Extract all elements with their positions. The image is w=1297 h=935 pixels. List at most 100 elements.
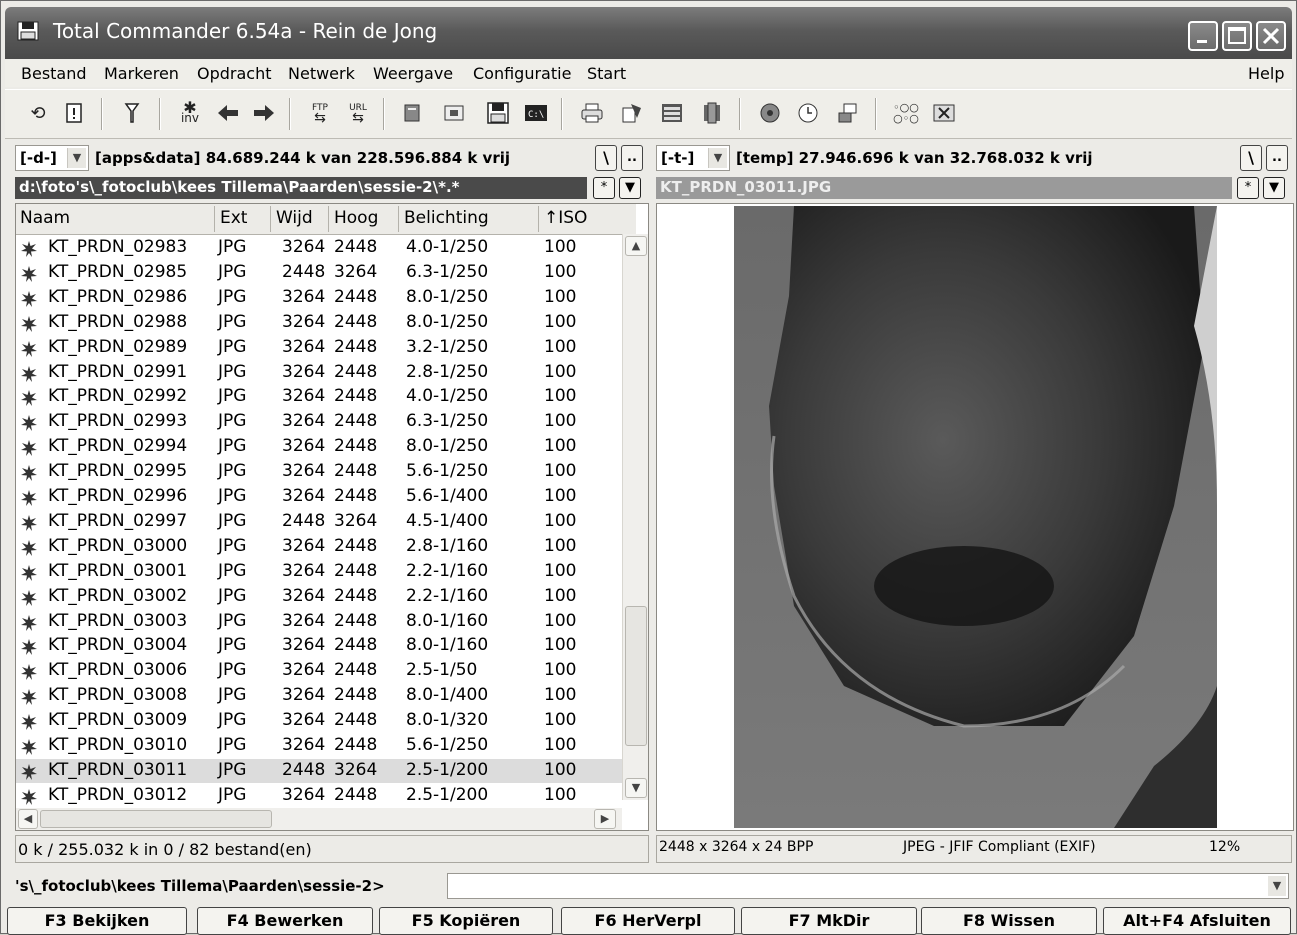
table-row[interactable]: KT_PRDN_02997 JPG 2448 3264 4.5-1/400 100 [16,510,622,534]
tree-icon[interactable]: ◦○○ ○◦○ [893,100,919,126]
f6-move-button[interactable]: F6 HerVerpl [561,907,735,935]
file-exposure: 5.6-1/400 [406,486,489,506]
f8-delete-button[interactable]: F8 Wissen [921,907,1097,935]
right-path-bar[interactable]: KT_PRDN_03011.JPG [656,177,1232,199]
scroll-up-button[interactable]: ▲ [625,236,647,256]
table-row[interactable]: KT_PRDN_03012 JPG 3264 2448 2.5-1/200 100 [16,784,622,808]
left-root-button[interactable]: \ [595,145,617,171]
pack-icon[interactable] [399,100,425,126]
scroll-down-button[interactable]: ▼ [625,778,647,798]
copy-names-icon[interactable] [619,100,645,126]
left-file-panel[interactable]: Naam Ext Wijd Hoog Belichting ↑ISO KT_PR… [15,203,649,831]
scroll-right-button[interactable]: ▶ [594,809,616,829]
filter-icon[interactable] [119,100,145,126]
table-row[interactable]: KT_PRDN_03002 JPG 3264 2448 2.2-1/160 100 [16,585,622,609]
scroll-left-button[interactable]: ◀ [18,809,38,829]
url-connect-icon[interactable]: URL ⇆ [345,100,371,126]
column-ext[interactable]: Ext [220,208,247,228]
menu-help[interactable]: Help [1248,64,1284,83]
table-row[interactable]: KT_PRDN_02989 JPG 3264 2448 3.2-1/250 100 [16,336,622,360]
minimize-button[interactable] [1188,21,1218,51]
right-history-button[interactable]: ▼ [1263,177,1285,199]
invert-selection-icon[interactable]: ✱ inv [177,100,203,126]
menu-opdracht[interactable]: Opdracht [197,64,272,83]
column-hoog[interactable]: Hoog [334,208,378,228]
horizontal-scrollbar[interactable]: ◀ ▶ [16,808,622,830]
network-drives-icon[interactable] [835,100,861,126]
chevron-down-icon[interactable]: ▼ [67,148,86,168]
vertical-scrollbar[interactable]: ▲ ▼ [622,234,648,800]
table-row[interactable]: KT_PRDN_03006 JPG 3264 2448 2.5-1/50 100 [16,659,622,683]
table-row[interactable]: KT_PRDN_02992 JPG 3264 2448 4.0-1/250 100 [16,385,622,409]
sync-dirs-icon[interactable] [699,100,725,126]
menu-start[interactable]: Start [587,64,626,83]
column-belichting[interactable]: Belichting [404,208,489,228]
left-history-button[interactable]: ▼ [619,177,641,199]
left-star-button[interactable]: * [593,177,615,199]
left-drive-select[interactable]: [-d-] ▼ [15,145,89,171]
clock-icon[interactable] [795,100,821,126]
column-iso[interactable]: ↑ISO [544,208,587,228]
table-row[interactable]: KT_PRDN_03004 JPG 3264 2448 8.0-1/160 100 [16,634,622,658]
chevron-down-icon[interactable]: ▼ [708,148,727,168]
f5-copy-button[interactable]: F5 Kopiëren [379,907,553,935]
alt-f4-exit-button[interactable]: Alt+F4 Afsluiten [1103,907,1291,935]
command-line-input[interactable]: ▼ [447,873,1289,899]
file-iso: 100 [544,436,577,456]
table-row[interactable]: KT_PRDN_02994 JPG 3264 2448 8.0-1/250 100 [16,435,622,459]
f3-view-button[interactable]: F3 Bekijken [7,907,187,935]
table-row[interactable]: KT_PRDN_02988 JPG 3264 2448 8.0-1/250 100 [16,311,622,335]
right-star-button[interactable]: * [1237,177,1259,199]
file-height: 2448 [334,586,378,606]
back-arrow-icon[interactable] [215,100,241,126]
right-drive-select[interactable]: [-t-] ▼ [656,145,730,171]
table-row[interactable]: KT_PRDN_02991 JPG 3264 2448 2.8-1/250 100 [16,361,622,385]
save-icon[interactable] [485,100,511,126]
table-row[interactable]: KT_PRDN_03000 JPG 3264 2448 2.8-1/160 100 [16,535,622,559]
right-preview-panel[interactable] [656,203,1294,831]
unpack-icon[interactable] [441,100,467,126]
table-row[interactable]: KT_PRDN_02993 JPG 3264 2448 6.3-1/250 100 [16,410,622,434]
close-button[interactable] [1256,21,1286,51]
column-wijd[interactable]: Wijd [276,208,313,228]
table-row[interactable]: KT_PRDN_03008 JPG 3264 2448 8.0-1/400 100 [16,684,622,708]
right-up-button[interactable]: .. [1266,145,1288,171]
table-row[interactable]: KT_PRDN_03010 JPG 3264 2448 5.6-1/250 100 [16,734,622,758]
horizontal-scroll-thumb[interactable] [40,810,272,828]
refresh-icon[interactable]: ⟲ [25,100,51,126]
table-row[interactable]: KT_PRDN_03009 JPG 3264 2448 8.0-1/320 100 [16,709,622,733]
excel-icon[interactable] [931,100,957,126]
column-naam[interactable]: Naam [20,208,70,228]
table-row[interactable]: KT_PRDN_03003 JPG 3264 2448 8.0-1/160 100 [16,610,622,634]
table-row[interactable]: KT_PRDN_03001 JPG 3264 2448 2.2-1/160 100 [16,560,622,584]
printer-icon[interactable] [579,100,605,126]
menu-markeren[interactable]: Markeren [104,64,179,83]
file-exposure: 4.0-1/250 [406,386,489,406]
title-bar[interactable]: Total Commander 6.54a - Rein de Jong [5,7,1292,59]
f7-mkdir-button[interactable]: F7 MkDir [741,907,917,935]
maximize-button[interactable] [1222,21,1252,51]
table-row[interactable]: KT_PRDN_03011 JPG 2448 3264 2.5-1/200 100 [16,759,622,783]
table-row[interactable]: KT_PRDN_02995 JPG 3264 2448 5.6-1/250 100 [16,460,622,484]
chevron-down-icon[interactable]: ▼ [1268,876,1286,896]
right-root-button[interactable]: \ [1240,145,1262,171]
menu-netwerk[interactable]: Netwerk [288,64,355,83]
file-iso: 100 [544,685,577,705]
table-row[interactable]: KT_PRDN_02983 JPG 3264 2448 4.0-1/250 100 [16,236,622,260]
multimedia-icon[interactable] [757,100,783,126]
ftp-connect-icon[interactable]: FTP ⇆ [307,100,333,126]
menu-bestand[interactable]: Bestand [21,64,87,83]
table-row[interactable]: KT_PRDN_02986 JPG 3264 2448 8.0-1/250 100 [16,286,622,310]
menu-weergave[interactable]: Weergave [373,64,453,83]
table-row[interactable]: KT_PRDN_02985 JPG 2448 3264 6.3-1/250 100 [16,261,622,285]
f4-edit-button[interactable]: F4 Bewerken [197,907,373,935]
table-row[interactable]: KT_PRDN_02996 JPG 3264 2448 5.6-1/400 100 [16,485,622,509]
brief-view-icon[interactable] [61,100,87,126]
left-path-bar[interactable]: d:\foto's\_fotoclub\kees Tillema\Paarden… [15,177,587,199]
left-up-button[interactable]: .. [621,145,643,171]
command-prompt-icon[interactable]: C:\ [523,100,549,126]
compare-icon[interactable] [659,100,685,126]
scroll-thumb[interactable] [625,606,647,746]
menu-configuratie[interactable]: Configuratie [473,64,571,83]
forward-arrow-icon[interactable] [251,100,277,126]
